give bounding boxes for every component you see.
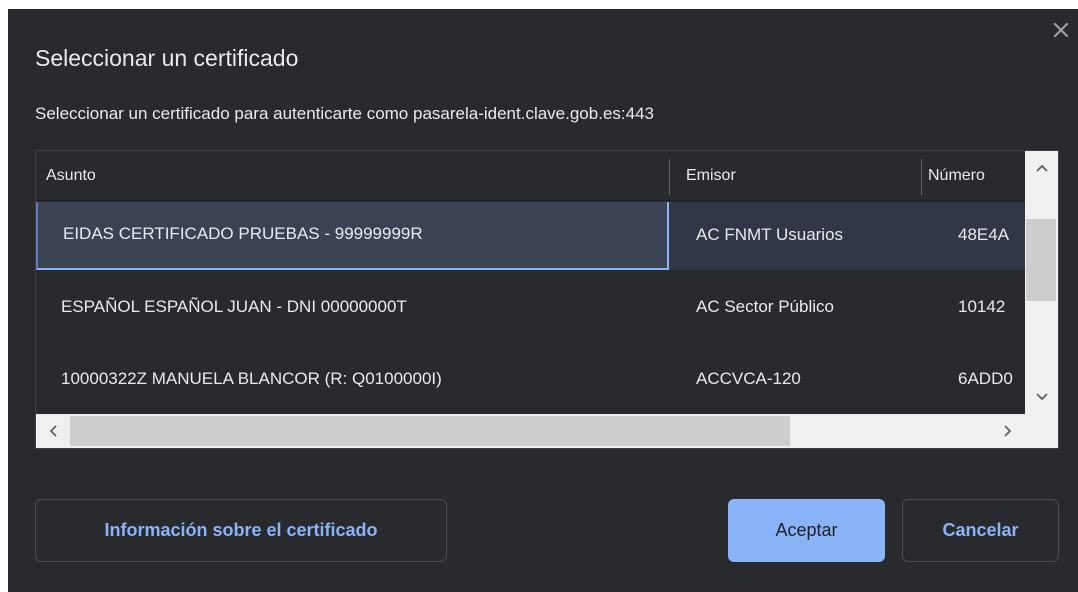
- cell-numero: 48E4A: [958, 225, 1010, 244]
- dialog-title: Seleccionar un certificado: [35, 45, 299, 71]
- close-icon: [1053, 22, 1069, 38]
- cell-asunto: 10000322Z MANUELA BLANCOR (R: Q0100000I): [61, 369, 442, 388]
- cell-asunto: ESPAÑOL ESPAÑOL JUAN - DNI 00000000T: [61, 297, 407, 316]
- dialog-subtitle: Seleccionar un certificado para autentic…: [35, 104, 654, 123]
- certificate-table: Asunto Emisor Número EIDAS CERTIFICADO P…: [35, 150, 1059, 449]
- close-button[interactable]: [1050, 19, 1072, 41]
- chevron-down-icon: [1035, 393, 1048, 401]
- column-separator[interactable]: [921, 159, 922, 195]
- cell-asunto: EIDAS CERTIFICADO PRUEBAS - 99999999R: [36, 202, 669, 270]
- horizontal-scrollbar[interactable]: [36, 414, 1058, 448]
- column-header-asunto[interactable]: Asunto: [46, 151, 668, 201]
- cell-numero: 6ADD0: [958, 369, 1013, 388]
- scroll-right-button[interactable]: [991, 414, 1025, 448]
- chevron-up-icon: [1035, 164, 1048, 172]
- cell-emisor: AC Sector Público: [696, 297, 834, 316]
- cell-emisor: ACCVCA-120: [696, 369, 801, 388]
- table-row[interactable]: 10000322Z MANUELA BLANCOR (R: Q0100000I)…: [36, 344, 1025, 414]
- horizontal-scroll-thumb[interactable]: [70, 416, 790, 446]
- table-row[interactable]: ESPAÑOL ESPAÑOL JUAN - DNI 00000000T AC …: [36, 272, 1025, 342]
- column-separator[interactable]: [669, 159, 670, 195]
- scroll-left-button[interactable]: [36, 414, 70, 448]
- cell-emisor: AC FNMT Usuarios: [696, 225, 844, 244]
- scroll-up-button[interactable]: [1025, 151, 1058, 185]
- cancel-button[interactable]: Cancelar: [902, 499, 1059, 562]
- table-header: Asunto Emisor Número: [36, 151, 1025, 201]
- column-header-numero[interactable]: Número: [928, 151, 1024, 201]
- chevron-right-icon: [1004, 425, 1012, 437]
- certificate-dialog: Seleccionar un certificado Seleccionar u…: [8, 9, 1078, 592]
- table-body: EIDAS CERTIFICADO PRUEBAS - 99999999R AC…: [36, 202, 1025, 414]
- cell-numero: 10142: [958, 297, 1006, 316]
- scroll-down-button[interactable]: [1025, 380, 1058, 414]
- scrollbar-corner: [1025, 414, 1058, 448]
- certificate-info-button[interactable]: Información sobre el certificado: [35, 499, 447, 562]
- chevron-left-icon: [49, 425, 57, 437]
- column-header-emisor[interactable]: Emisor: [686, 151, 916, 201]
- vertical-scroll-thumb[interactable]: [1026, 219, 1056, 301]
- table-row[interactable]: EIDAS CERTIFICADO PRUEBAS - 99999999R AC…: [36, 202, 1025, 270]
- accept-button[interactable]: Aceptar: [728, 499, 885, 562]
- vertical-scrollbar[interactable]: [1025, 151, 1058, 414]
